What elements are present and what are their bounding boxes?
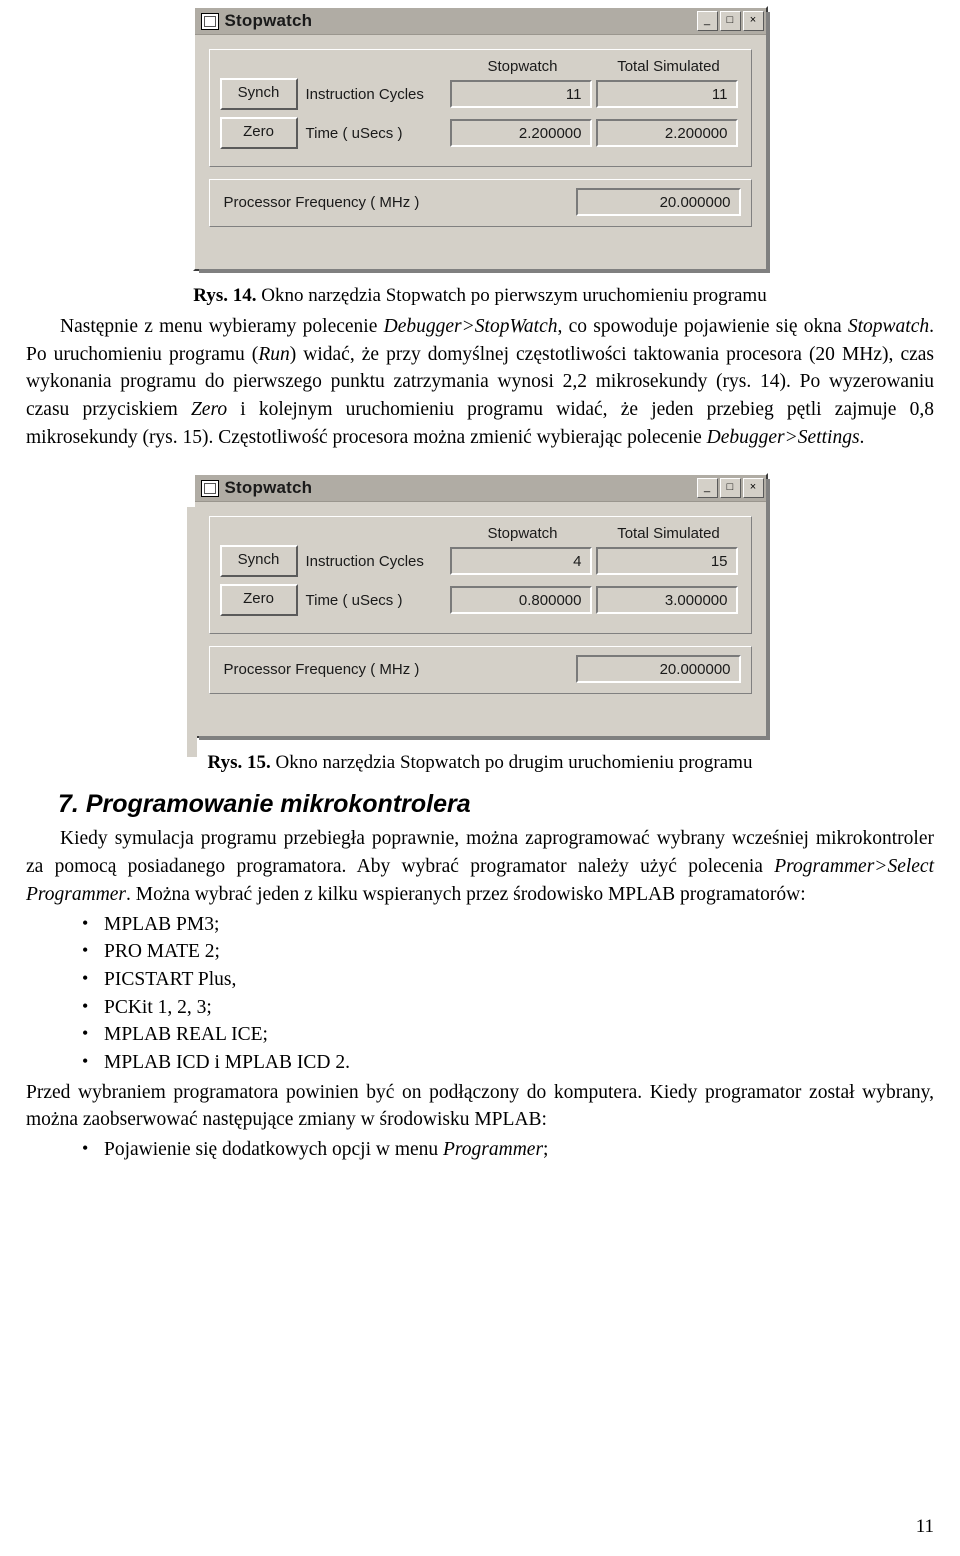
background-artifact-strip <box>186 507 197 758</box>
document-page: Stopwatch _ □ × Stopwatch Total Simulate… <box>0 6 960 1556</box>
stopwatch-window-1: Stopwatch _ □ × Stopwatch Total Simulate… <box>192 6 770 273</box>
instruction-cycles-label: Instruction Cycles <box>305 552 424 570</box>
figure-15: Stopwatch _ □ × Stopwatch Total Simulate… <box>0 473 960 758</box>
column-header-total-simulated: Total Simulated <box>617 525 720 543</box>
processor-frequency-value: 20.000000 <box>575 655 741 684</box>
p1-i1: Debugger>StopWatch <box>383 316 558 337</box>
text-column-1: Następnie z menu wybieramy polecenie Deb… <box>0 313 960 451</box>
column-header-stopwatch: Stopwatch <box>487 525 558 543</box>
synch-button[interactable]: Synch <box>219 78 298 110</box>
time-usecs-label: Time ( uSecs ) <box>305 591 403 609</box>
window-body: Stopwatch Total Simulated Synch Instruct… <box>195 35 766 269</box>
bl-i1: Programmer <box>443 1139 544 1160</box>
row-time-usecs: Zero Time ( uSecs ) 2.200000 2.200000 <box>219 117 741 149</box>
window-shadow-right <box>765 12 770 273</box>
figure-15-caption-text: Okno narzędzia Stopwatch po drugim uruch… <box>270 752 753 774</box>
page-number: 11 <box>915 1516 934 1537</box>
stopwatch-window-icon <box>200 479 219 497</box>
minimize-button[interactable]: _ <box>696 11 718 31</box>
row-time-usecs: Zero Time ( uSecs ) 0.800000 3.000000 <box>219 584 741 617</box>
figure-15-caption-prefix: Rys. 15. <box>207 752 271 774</box>
window-shadow-bottom <box>198 269 770 273</box>
processor-frequency-label: Processor Frequency ( MHz ) <box>223 660 420 678</box>
zero-button[interactable]: Zero <box>219 117 298 149</box>
maximize-button[interactable]: □ <box>719 11 741 31</box>
close-button[interactable]: × <box>742 11 764 31</box>
window-shadow-right <box>765 479 770 741</box>
p2-t2: . Można wybrać jeden z kilku wspieranych… <box>126 883 806 905</box>
minimize-button[interactable]: _ <box>696 478 718 499</box>
synch-button[interactable]: Synch <box>219 545 298 578</box>
window-body: Stopwatch Total Simulated Synch Instruct… <box>195 502 766 736</box>
p1-t6: . <box>859 426 865 448</box>
p1-i5: Debugger>Settings <box>706 426 860 448</box>
window-titlebar: Stopwatch _ □ × <box>194 475 766 503</box>
p1-t2: , co spowoduje pojawienie się okna <box>557 316 848 337</box>
time-usecs-total-value: 3.000000 <box>595 586 738 615</box>
window-controls: _ □ × <box>696 478 764 499</box>
column-headers: Stopwatch Total Simulated <box>220 525 741 542</box>
window-controls: _ □ × <box>696 11 764 31</box>
maximize-button[interactable]: □ <box>719 478 741 499</box>
section-title: Programowanie mikrokontrolera <box>85 790 471 819</box>
instruction-cycles-total-value: 15 <box>595 547 738 576</box>
time-usecs-label: Time ( uSecs ) <box>305 124 403 142</box>
changes-list: Pojawienie się dodatkowych opcji w menu … <box>26 1136 934 1164</box>
row-instruction-cycles: Synch Instruction Cycles 4 15 <box>219 545 741 578</box>
time-usecs-stopwatch-value: 2.200000 <box>449 119 592 147</box>
column-header-stopwatch: Stopwatch <box>487 58 558 75</box>
list-item: MPLAB ICD i MPLAB ICD 2. <box>82 1049 934 1077</box>
stopwatch-window-icon <box>200 12 219 30</box>
figure-14-caption-prefix: Rys. 14. <box>193 285 257 306</box>
list-item: PRO MATE 2; <box>82 938 934 966</box>
paragraph-stopwatch: Następnie z menu wybieramy polecenie Deb… <box>26 313 934 451</box>
p1-i4: Zero <box>190 399 228 421</box>
list-item: MPLAB PM3; <box>82 911 934 939</box>
section-heading-7: 7. Programowanie mikrokontrolera <box>0 790 960 819</box>
bl-t2: ; <box>543 1139 549 1160</box>
list-item: MPLAB REAL ICE; <box>82 1021 934 1049</box>
list-item: PCKit 1, 2, 3; <box>82 994 934 1022</box>
programmers-list: MPLAB PM3; PRO MATE 2; PICSTART Plus, PC… <box>26 911 934 1077</box>
instruction-cycles-stopwatch-value: 4 <box>449 547 592 576</box>
row-instruction-cycles: Synch Instruction Cycles 11 11 <box>219 78 741 110</box>
counters-group: Stopwatch Total Simulated Synch Instruct… <box>208 49 752 167</box>
p1-i3: Run <box>258 343 290 365</box>
window-title: Stopwatch <box>224 11 313 30</box>
figure-14: Stopwatch _ □ × Stopwatch Total Simulate… <box>0 6 960 273</box>
paragraph-programming: Kiedy symulacja programu przebiegła popr… <box>26 825 934 908</box>
list-item: Pojawienie się dodatkowych opcji w menu … <box>82 1136 934 1164</box>
text-column-2: Kiedy symulacja programu przebiegła popr… <box>0 825 960 1163</box>
time-usecs-stopwatch-value: 0.800000 <box>449 586 592 615</box>
window-title: Stopwatch <box>224 478 313 498</box>
instruction-cycles-total-value: 11 <box>595 80 738 108</box>
paragraph-connect-programmer: Przed wybraniem programatora powinien by… <box>26 1081 934 1131</box>
processor-frequency-group: Processor Frequency ( MHz ) 20.000000 <box>208 179 752 227</box>
processor-frequency-value: 20.000000 <box>575 188 741 216</box>
stopwatch-window-2: Stopwatch _ □ × Stopwatch Total Simulate… <box>186 473 770 758</box>
bl-t1: Pojawienie się dodatkowych opcji w menu <box>104 1139 444 1160</box>
window-titlebar: Stopwatch _ □ × <box>194 8 766 35</box>
p1-i2: Stopwatch <box>847 316 930 337</box>
time-usecs-total-value: 2.200000 <box>595 119 738 147</box>
row-processor-frequency: Processor Frequency ( MHz ) 20.000000 <box>220 655 741 684</box>
figure-14-caption-text: Okno narzędzia Stopwatch po pierwszym ur… <box>256 285 767 306</box>
counters-group: Stopwatch Total Simulated Synch Instruct… <box>208 516 752 635</box>
figure-14-caption: Rys. 14. Okno narzędzia Stopwatch po pie… <box>0 285 960 307</box>
zero-button[interactable]: Zero <box>219 584 298 617</box>
instruction-cycles-stopwatch-value: 11 <box>449 80 592 108</box>
section-number: 7. <box>58 790 79 819</box>
row-processor-frequency: Processor Frequency ( MHz ) 20.000000 <box>220 188 741 216</box>
list-item: PICSTART Plus, <box>82 966 934 994</box>
instruction-cycles-label: Instruction Cycles <box>305 85 424 103</box>
close-button[interactable]: × <box>742 478 764 499</box>
p1-t1: Następnie z menu wybieramy polecenie <box>60 316 384 337</box>
column-headers: Stopwatch Total Simulated <box>220 58 741 75</box>
figure-15-caption: Rys. 15. Okno narzędzia Stopwatch po dru… <box>0 752 960 774</box>
column-header-total-simulated: Total Simulated <box>617 58 720 75</box>
processor-frequency-label: Processor Frequency ( MHz ) <box>223 193 420 211</box>
window-shadow-bottom <box>198 736 770 741</box>
processor-frequency-group: Processor Frequency ( MHz ) 20.000000 <box>208 646 752 695</box>
